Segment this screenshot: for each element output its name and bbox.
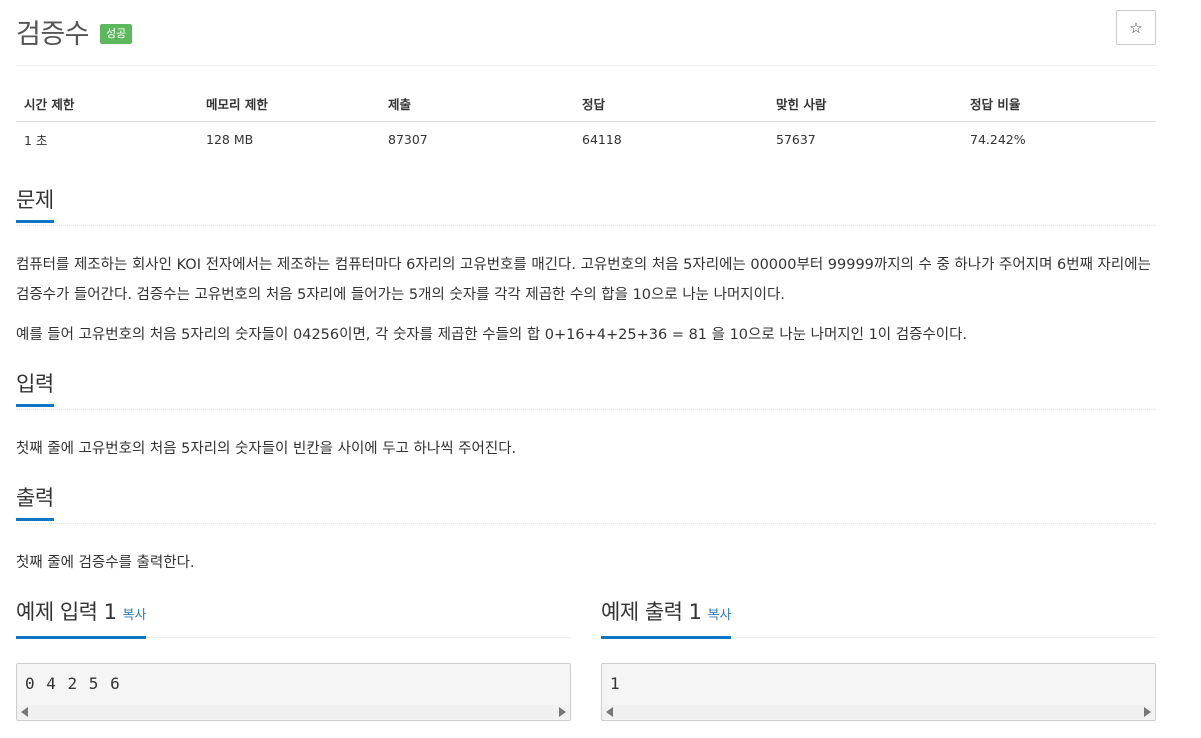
sample-output-box[interactable]: 1: [601, 663, 1156, 721]
sample-input-title: 예제 입력 1: [16, 600, 117, 624]
scroll-right-icon[interactable]: [559, 707, 566, 717]
output-heading: 출력: [16, 484, 54, 521]
info-value-row: 1 초 128 MB 87307 64118 57637 74.242%: [16, 122, 1156, 158]
sample-input-box[interactable]: 0 4 2 5 6: [16, 663, 571, 721]
sample-input-content[interactable]: 0 4 2 5 6: [25, 674, 121, 693]
input-section-header: 입력: [16, 370, 1156, 410]
info-value-memory-limit: 128 MB: [206, 132, 254, 148]
problem-info-table: 시간 제한 메모리 제한 제출 정답 맞힌 사람 정답 비율 1 초 128 M…: [16, 86, 1156, 158]
description-paragraph-2: 예를 들어 고유번호의 처음 5자리의 숫자들이 04256이면, 각 숫자를 …: [16, 327, 968, 343]
output-description: 첫째 줄에 검증수를 출력한다.: [16, 555, 195, 571]
status-badge: 성공: [100, 24, 133, 44]
sample-output-heading: 예제 출력 1 복사: [601, 598, 732, 639]
info-value-accepted: 64118: [582, 132, 622, 148]
info-value-submissions[interactable]: 87307: [380, 122, 574, 158]
input-description: 첫째 줄에 고유번호의 처음 5자리의 숫자들이 빈칸을 사이에 두고 하나씩 …: [16, 441, 517, 457]
favorite-button[interactable]: ☆: [1116, 10, 1156, 45]
sample-output-content[interactable]: 1: [610, 674, 621, 693]
info-header-row: 시간 제한 메모리 제한 제출 정답 맞힌 사람 정답 비율: [16, 86, 1156, 122]
scroll-left-icon[interactable]: [21, 707, 28, 717]
info-value-ratio: 74.242%: [970, 132, 1026, 148]
header-divider: [16, 65, 1156, 66]
scroll-left-icon[interactable]: [606, 707, 613, 717]
copy-sample-input-button[interactable]: 복사: [123, 608, 147, 623]
sample-output-header: 예제 출력 1 복사: [601, 598, 1156, 639]
sample-input-scrollbar[interactable]: [18, 705, 569, 719]
star-icon: ☆: [1129, 18, 1143, 37]
info-header-accepted: 정답: [574, 86, 768, 122]
info-value-solved-users: 57637: [776, 132, 816, 148]
info-header-submissions: 제출: [380, 86, 574, 122]
input-heading: 입력: [16, 370, 54, 407]
info-header-time-limit: 시간 제한: [16, 86, 198, 122]
description-section-header: 문제: [16, 186, 1156, 226]
info-header-solved-users: 맞힌 사람: [768, 86, 962, 122]
problem-header: 검증수 성공 ☆: [16, 10, 1156, 50]
sample-output-scrollbar[interactable]: [603, 705, 1154, 719]
sample-input-heading: 예제 입력 1 복사: [16, 598, 147, 639]
info-header-ratio: 정답 비율: [962, 86, 1156, 122]
sample-output-title: 예제 출력 1: [601, 600, 702, 624]
info-header-memory-limit: 메모리 제한: [198, 86, 380, 122]
info-value-time-limit: 1 초: [24, 133, 48, 149]
description-paragraph-1: 컴퓨터를 제조하는 회사인 KOI 전자에서는 제조하는 컴퓨터마다 6자리의 …: [16, 257, 1151, 303]
description-heading: 문제: [16, 186, 54, 223]
scroll-right-icon[interactable]: [1144, 707, 1151, 717]
problem-title: 검증수: [16, 19, 90, 50]
sample-input-header: 예제 입력 1 복사: [16, 598, 571, 639]
output-section-header: 출력: [16, 484, 1156, 524]
copy-sample-output-button[interactable]: 복사: [708, 608, 732, 623]
